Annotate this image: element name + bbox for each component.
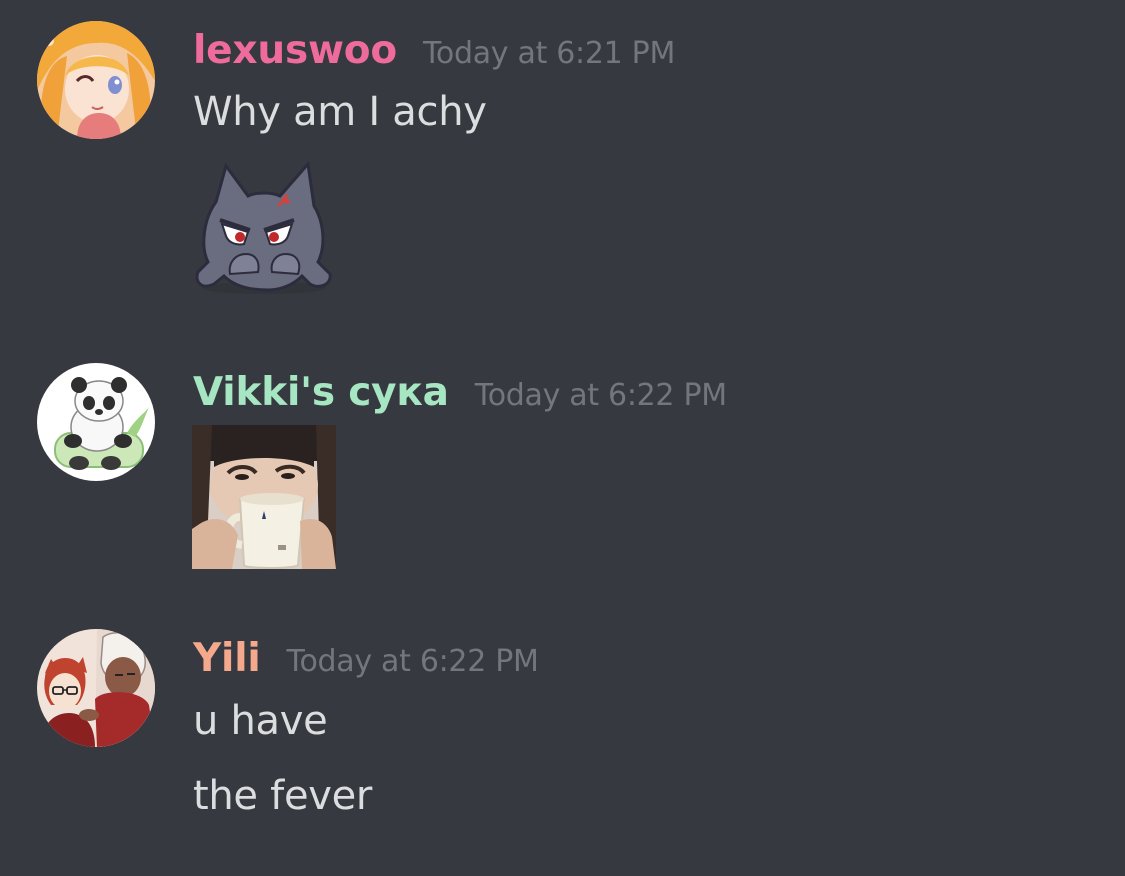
anime-couple-avatar-icon xyxy=(37,629,155,747)
message-vikki: Vikki's сука Today at 6:22 PM xyxy=(0,330,1125,600)
message-header: lexuswoo Today at 6:21 PM xyxy=(193,28,675,73)
user-avatar-vikki[interactable] xyxy=(37,363,155,481)
user-avatar-yili[interactable] xyxy=(37,629,155,747)
timestamp: Today at 6:22 PM xyxy=(474,378,727,413)
angry-ghost-sticker[interactable] xyxy=(190,160,338,298)
message-text: the fever xyxy=(193,773,373,819)
message-text: Why am I achy xyxy=(193,89,487,135)
message-yili: Yili Today at 6:22 PM u have the fever xyxy=(0,600,1125,876)
woman-drinking-from-mug-image xyxy=(192,425,336,569)
message-header: Vikki's сука Today at 6:22 PM xyxy=(193,370,727,415)
anime-girl-avatar-icon xyxy=(37,21,155,139)
message-text: u have xyxy=(193,698,328,744)
username[interactable]: lexuswoo xyxy=(193,28,397,73)
angry-ghost-sticker-icon xyxy=(195,160,332,294)
message-lexuswoo: lexuswoo Today at 6:21 PM Why am I achy xyxy=(0,0,1125,330)
woman-drinking-from-mug-photo[interactable] xyxy=(192,425,336,569)
message-header: Yili Today at 6:22 PM xyxy=(193,636,539,681)
username[interactable]: Yili xyxy=(193,636,261,681)
timestamp: Today at 6:22 PM xyxy=(286,644,539,679)
user-avatar-lexuswoo[interactable] xyxy=(37,21,155,139)
panda-avatar-icon xyxy=(37,363,155,481)
timestamp: Today at 6:21 PM xyxy=(422,36,676,71)
username[interactable]: Vikki's сука xyxy=(193,370,449,415)
